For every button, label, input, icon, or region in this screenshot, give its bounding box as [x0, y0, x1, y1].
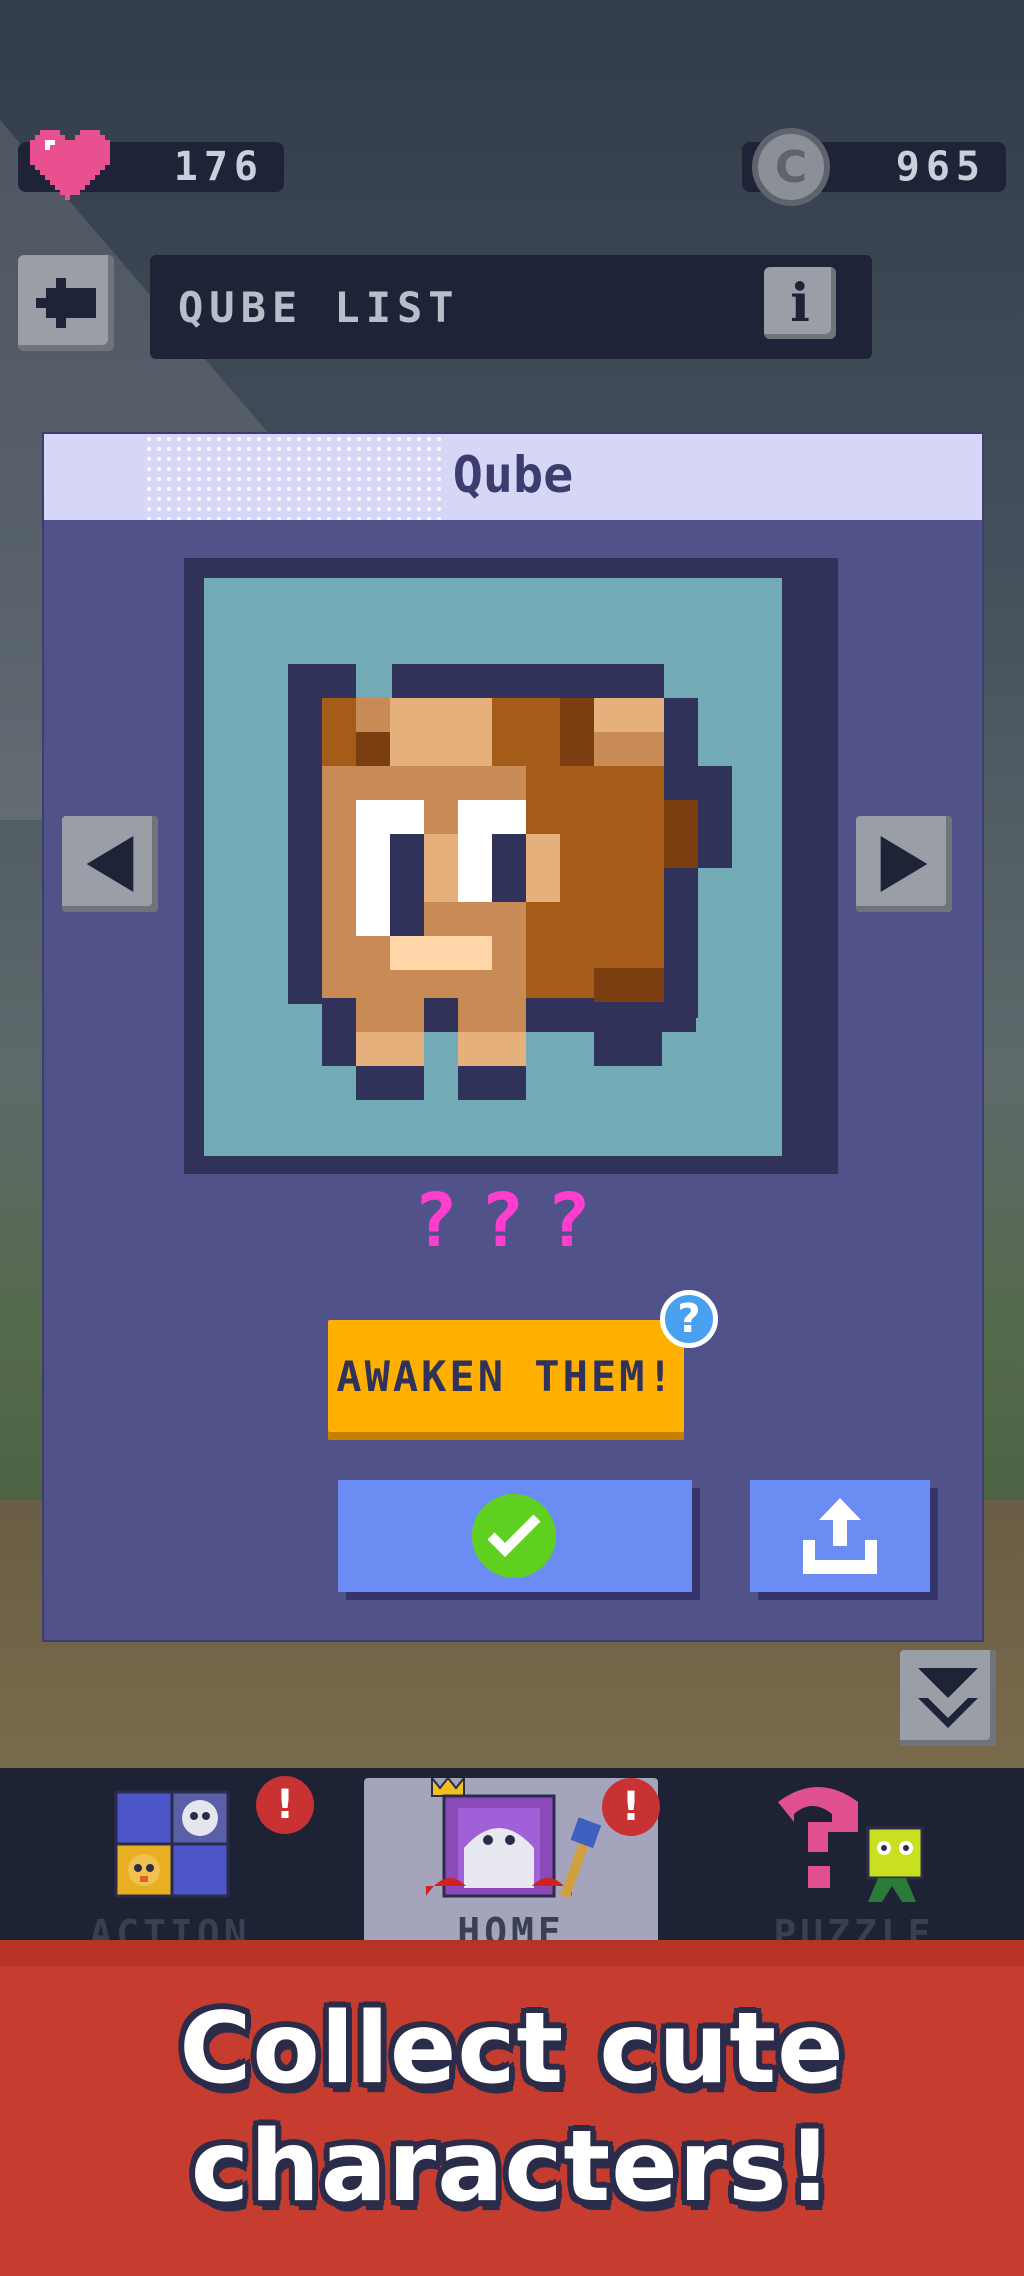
awaken-button-label: AWAKEN THEM! — [336, 1351, 676, 1401]
hearts-value: 176 — [173, 144, 264, 190]
home-alert-icon: ! — [602, 1778, 660, 1836]
share-icon — [803, 1498, 877, 1574]
next-arrow-icon — [880, 836, 928, 892]
info-icon: i — [790, 272, 810, 334]
character-name: ??? — [413, 1178, 613, 1264]
back-button[interactable] — [18, 255, 114, 351]
bottom-navigation: ! ACTION ! HOME PUZZLE — [0, 1768, 1024, 1958]
collapse-icon — [918, 1668, 978, 1728]
promo-line-2: characters! — [190, 2110, 834, 2224]
qube-character-sprite — [288, 664, 732, 1100]
character-portrait — [204, 578, 782, 1156]
action-alert-icon: ! — [256, 1776, 314, 1834]
confirm-button[interactable] — [338, 1480, 692, 1592]
character-portrait-frame — [184, 558, 838, 1174]
character-detail-modal: Qube ??? AWAKEN THEM! ? — [44, 434, 982, 1640]
home-mode-icon — [426, 1778, 602, 1899]
page-title: QUBE LIST — [178, 283, 460, 332]
collapse-button[interactable] — [900, 1650, 996, 1746]
awaken-button[interactable]: AWAKEN THEM! — [328, 1320, 684, 1432]
share-button[interactable] — [750, 1480, 930, 1592]
info-button[interactable]: i — [764, 267, 836, 339]
prev-arrow-icon — [86, 836, 134, 892]
promo-banner: Collect cute characters! — [0, 1940, 1024, 2276]
puzzle-mode-icon — [778, 1787, 924, 1902]
nav-action[interactable]: ! ACTION — [20, 1768, 320, 1958]
nav-puzzle[interactable]: PUZZLE — [704, 1768, 1004, 1958]
checkmark-icon — [472, 1494, 556, 1578]
coin-icon: C — [752, 128, 830, 206]
nav-home[interactable]: ! HOME — [364, 1778, 660, 1956]
coins-value: 965 — [895, 144, 986, 190]
banner-stripe — [0, 1940, 1024, 1966]
title-bar: QUBE LIST i — [150, 255, 872, 359]
action-mode-icon — [114, 1790, 230, 1898]
modal-title: Qube — [452, 446, 574, 504]
promo-line-1: Collect cute — [179, 1992, 845, 2106]
previous-character-button[interactable] — [62, 816, 158, 912]
back-arrow-icon — [36, 278, 96, 328]
question-badge-icon[interactable]: ? — [660, 1290, 718, 1348]
heart-icon — [30, 130, 110, 200]
next-character-button[interactable] — [856, 816, 952, 912]
